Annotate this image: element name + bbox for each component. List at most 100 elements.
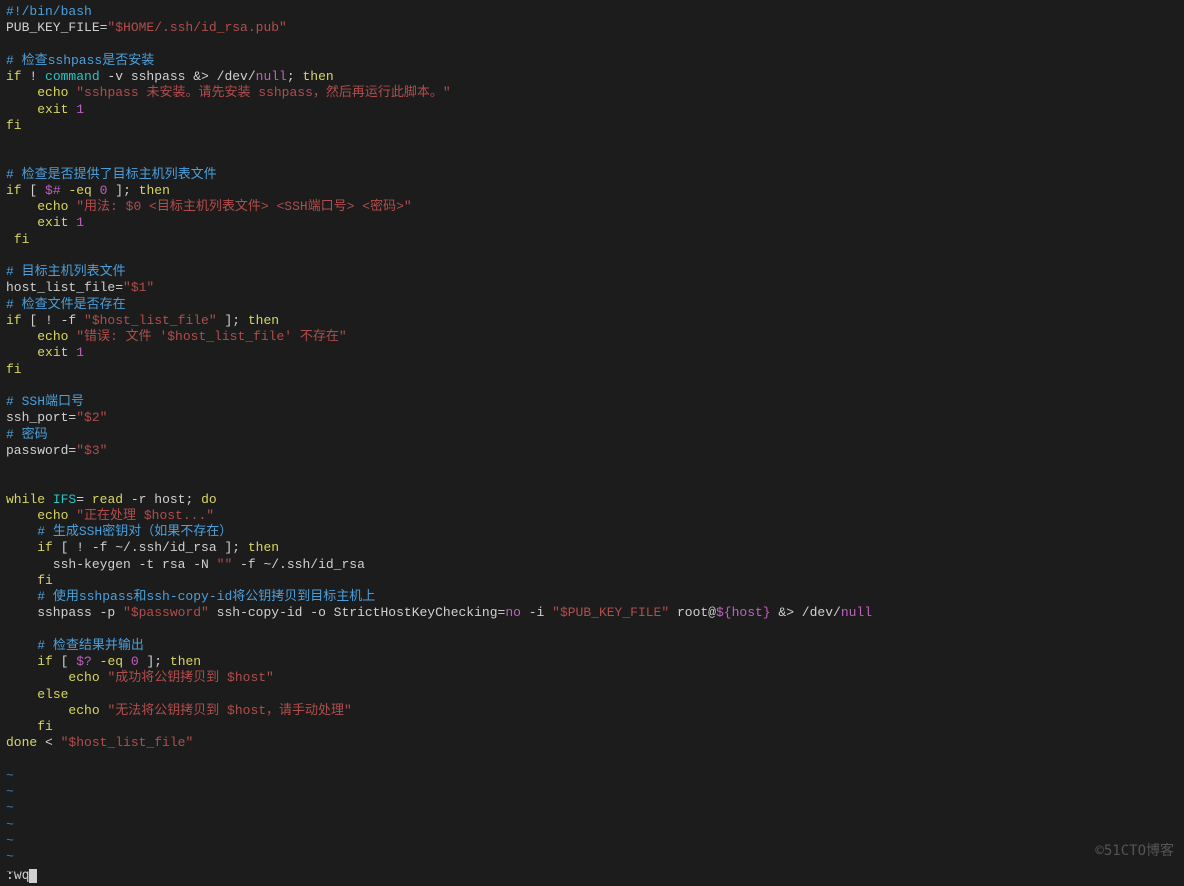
code-line: exit 1 <box>6 345 1178 361</box>
code-token <box>123 654 131 669</box>
code-token: # 使用sshpass和ssh-copy-id将公钥拷贝到目标主机上 <box>37 589 375 604</box>
code-token: fi <box>6 362 22 377</box>
code-line: fi <box>6 719 1178 735</box>
code-token: -eq <box>68 183 91 198</box>
code-token <box>6 540 37 555</box>
code-line <box>6 475 1178 491</box>
code-token: then <box>248 313 279 328</box>
code-token: echo <box>68 703 99 718</box>
code-token: fi <box>37 719 53 734</box>
code-token: if <box>6 183 22 198</box>
code-token <box>6 719 37 734</box>
code-token: echo <box>37 199 68 214</box>
vim-empty-line: ~ <box>6 768 1178 784</box>
code-token <box>6 329 37 344</box>
code-token: ]; <box>107 183 138 198</box>
code-line: exit 1 <box>6 102 1178 118</box>
code-line: # 目标主机列表文件 <box>6 264 1178 280</box>
code-token: then <box>170 654 201 669</box>
code-token <box>92 654 100 669</box>
code-token: "错误: 文件 '$host_list_file' 不存在" <box>76 329 346 344</box>
vim-empty-line: ~ <box>6 817 1178 833</box>
code-token: -i <box>521 605 552 620</box>
code-token: = <box>76 492 92 507</box>
code-token: then <box>302 69 333 84</box>
code-token <box>6 199 37 214</box>
vim-command-text: :wq <box>6 868 29 883</box>
code-token: "正在处理 $host..." <box>76 508 214 523</box>
code-token <box>6 475 14 490</box>
code-token: fi <box>37 573 53 588</box>
vim-empty-line: ~ <box>6 784 1178 800</box>
code-token: ]; <box>217 313 248 328</box>
code-line <box>6 134 1178 150</box>
code-token <box>6 37 14 52</box>
code-token: # 生成SSH密钥对（如果不存在） <box>37 524 232 539</box>
code-line <box>6 150 1178 166</box>
vim-empty-line: ~ <box>6 800 1178 816</box>
code-line: password="$3" <box>6 443 1178 459</box>
code-line: # 密码 <box>6 427 1178 443</box>
code-token: [ ! -f <box>22 313 84 328</box>
code-line: exit 1 <box>6 215 1178 231</box>
code-token: # 检查结果并输出 <box>37 638 144 653</box>
code-token: -v sshpass &> /dev/ <box>100 69 256 84</box>
code-token: echo <box>68 670 99 685</box>
code-token: IFS <box>53 492 76 507</box>
code-token: read <box>92 492 123 507</box>
code-token: ssh-copy-id -o StrictHostKeyChecking= <box>209 605 505 620</box>
code-token: ! <box>22 69 45 84</box>
code-line: if [ $# -eq 0 ]; then <box>6 183 1178 199</box>
code-token: "$host_list_file" <box>61 735 194 750</box>
code-token: else <box>37 687 68 702</box>
code-token <box>6 232 14 247</box>
code-line: echo "正在处理 $host..." <box>6 508 1178 524</box>
vim-empty-line: ~ <box>6 833 1178 849</box>
code-token: exit <box>37 102 68 117</box>
code-token: < <box>37 735 60 750</box>
code-token: ; <box>287 69 303 84</box>
code-line: fi <box>6 232 1178 248</box>
code-token <box>6 622 14 637</box>
code-token: host_list_file= <box>6 280 123 295</box>
code-token: "无法将公钥拷贝到 $host，请手动处理" <box>107 703 351 718</box>
code-token <box>6 459 14 474</box>
code-token: "" <box>217 557 233 572</box>
code-token: "$2" <box>76 410 107 425</box>
code-token: -r host; <box>123 492 201 507</box>
code-token: do <box>201 492 217 507</box>
code-token: "sshpass 未安装。请先安装 sshpass，然后再运行此脚本。" <box>76 85 450 100</box>
code-token: $# <box>45 183 61 198</box>
vim-command-line[interactable]: :wq <box>6 868 37 884</box>
code-line: # SSH端口号 <box>6 394 1178 410</box>
code-line: # 使用sshpass和ssh-copy-id将公钥拷贝到目标主机上 <box>6 589 1178 605</box>
code-token: "用法: $0 <目标主机列表文件> <SSH端口号> <密码>" <box>76 199 411 214</box>
code-line: PUB_KEY_FILE="$HOME/.ssh/id_rsa.pub" <box>6 20 1178 36</box>
code-token: then <box>139 183 170 198</box>
code-token: while <box>6 492 45 507</box>
code-token <box>6 134 14 149</box>
code-token: no <box>505 605 521 620</box>
code-token <box>6 508 37 523</box>
code-line <box>6 248 1178 264</box>
code-token: # 目标主机列表文件 <box>6 264 126 279</box>
code-token: echo <box>37 85 68 100</box>
code-token <box>6 638 37 653</box>
code-token: PUB_KEY_FILE= <box>6 20 107 35</box>
code-token: ${host} <box>716 605 771 620</box>
code-line: while IFS= read -r host; do <box>6 492 1178 508</box>
code-token <box>92 183 100 198</box>
code-token: $? <box>76 654 92 669</box>
code-token: "$3" <box>76 443 107 458</box>
code-token: # 检查sshpass是否安装 <box>6 53 154 68</box>
code-line: if [ $? -eq 0 ]; then <box>6 654 1178 670</box>
code-line: fi <box>6 362 1178 378</box>
code-token: [ <box>53 654 76 669</box>
code-token: [ ! -f ~/.ssh/id_rsa ]; <box>53 540 248 555</box>
code-token: # 密码 <box>6 427 48 442</box>
code-line: if ! command -v sshpass &> /dev/null; th… <box>6 69 1178 85</box>
code-token <box>6 752 14 767</box>
code-editor[interactable]: #!/bin/bashPUB_KEY_FILE="$HOME/.ssh/id_r… <box>0 0 1184 886</box>
code-line: fi <box>6 573 1178 589</box>
code-token: if <box>6 69 22 84</box>
